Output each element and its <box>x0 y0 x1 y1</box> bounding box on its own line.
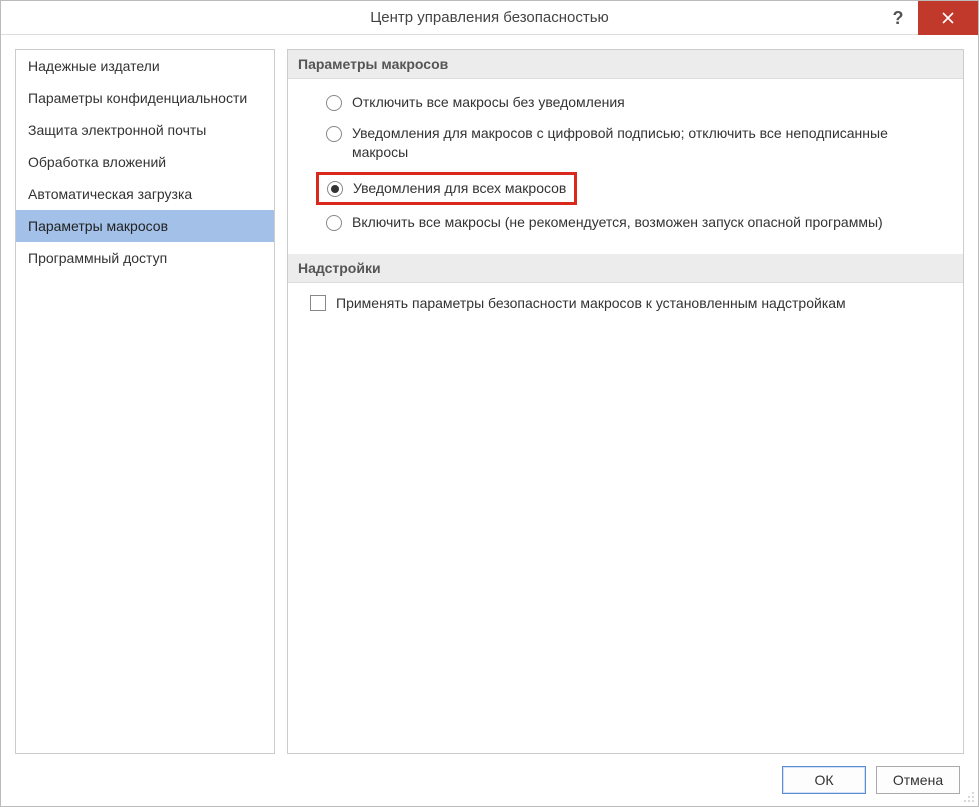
macro-options-group: Отключить все макросы без уведомления Ув… <box>288 79 963 254</box>
category-sidebar: Надежные издатели Параметры конфиденциал… <box>15 49 275 754</box>
radio-all-notification[interactable] <box>327 180 343 197</box>
sidebar-item-macro-settings[interactable]: Параметры макросов <box>16 210 274 242</box>
section-header-addins: Надстройки <box>288 254 963 283</box>
radio-icon <box>327 181 343 197</box>
radio-icon <box>326 126 342 142</box>
radio-label: Уведомления для макросов с цифровой подп… <box>352 124 947 162</box>
sidebar-item-attachment-handling[interactable]: Обработка вложений <box>16 146 274 178</box>
window-title: Центр управления безопасностью <box>1 9 978 26</box>
sidebar-item-email-security[interactable]: Защита электронной почты <box>16 114 274 146</box>
radio-label: Уведомления для всех макросов <box>353 179 566 198</box>
radio-label: Отключить все макросы без уведомления <box>352 93 625 112</box>
radio-label: Включить все макросы (не рекомендуется, … <box>352 213 883 232</box>
radio-disable-no-notification[interactable]: Отключить все макросы без уведомления <box>326 93 947 114</box>
help-icon: ? <box>893 8 904 29</box>
titlebar: Центр управления безопасностью ? <box>1 1 978 35</box>
ok-button[interactable]: ОК <box>782 766 866 794</box>
radio-enable-all[interactable]: Включить все макросы (не рекомендуется, … <box>326 213 947 234</box>
titlebar-controls: ? <box>878 1 978 35</box>
dialog-button-row: ОК Отмена <box>1 754 978 806</box>
content-panel: Параметры макросов Отключить все макросы… <box>287 49 964 754</box>
sidebar-item-automatic-download[interactable]: Автоматическая загрузка <box>16 178 274 210</box>
sidebar-item-trusted-publishers[interactable]: Надежные издатели <box>16 50 274 82</box>
cancel-button[interactable]: Отмена <box>876 766 960 794</box>
close-icon <box>942 12 954 24</box>
section-header-macros: Параметры макросов <box>288 50 963 79</box>
close-button[interactable] <box>918 1 978 35</box>
sidebar-item-privacy-options[interactable]: Параметры конфиденциальности <box>16 82 274 114</box>
radio-icon <box>326 95 342 111</box>
checkbox-label: Применять параметры безопасности макросо… <box>336 295 846 311</box>
radio-signed-notification[interactable]: Уведомления для макросов с цифровой подп… <box>326 124 947 162</box>
sidebar-item-programmatic-access[interactable]: Программный доступ <box>16 242 274 274</box>
addins-apply-security-checkbox[interactable] <box>310 295 326 311</box>
resize-grip-icon[interactable] <box>961 789 975 803</box>
addins-apply-security-row: Применять параметры безопасности макросо… <box>288 283 963 321</box>
help-button[interactable]: ? <box>878 1 918 35</box>
trust-center-window: Центр управления безопасностью ? Надежны… <box>0 0 979 807</box>
dialog-body: Надежные издатели Параметры конфиденциал… <box>1 35 978 754</box>
highlighted-option: Уведомления для всех макросов <box>316 172 577 205</box>
radio-icon <box>326 215 342 231</box>
